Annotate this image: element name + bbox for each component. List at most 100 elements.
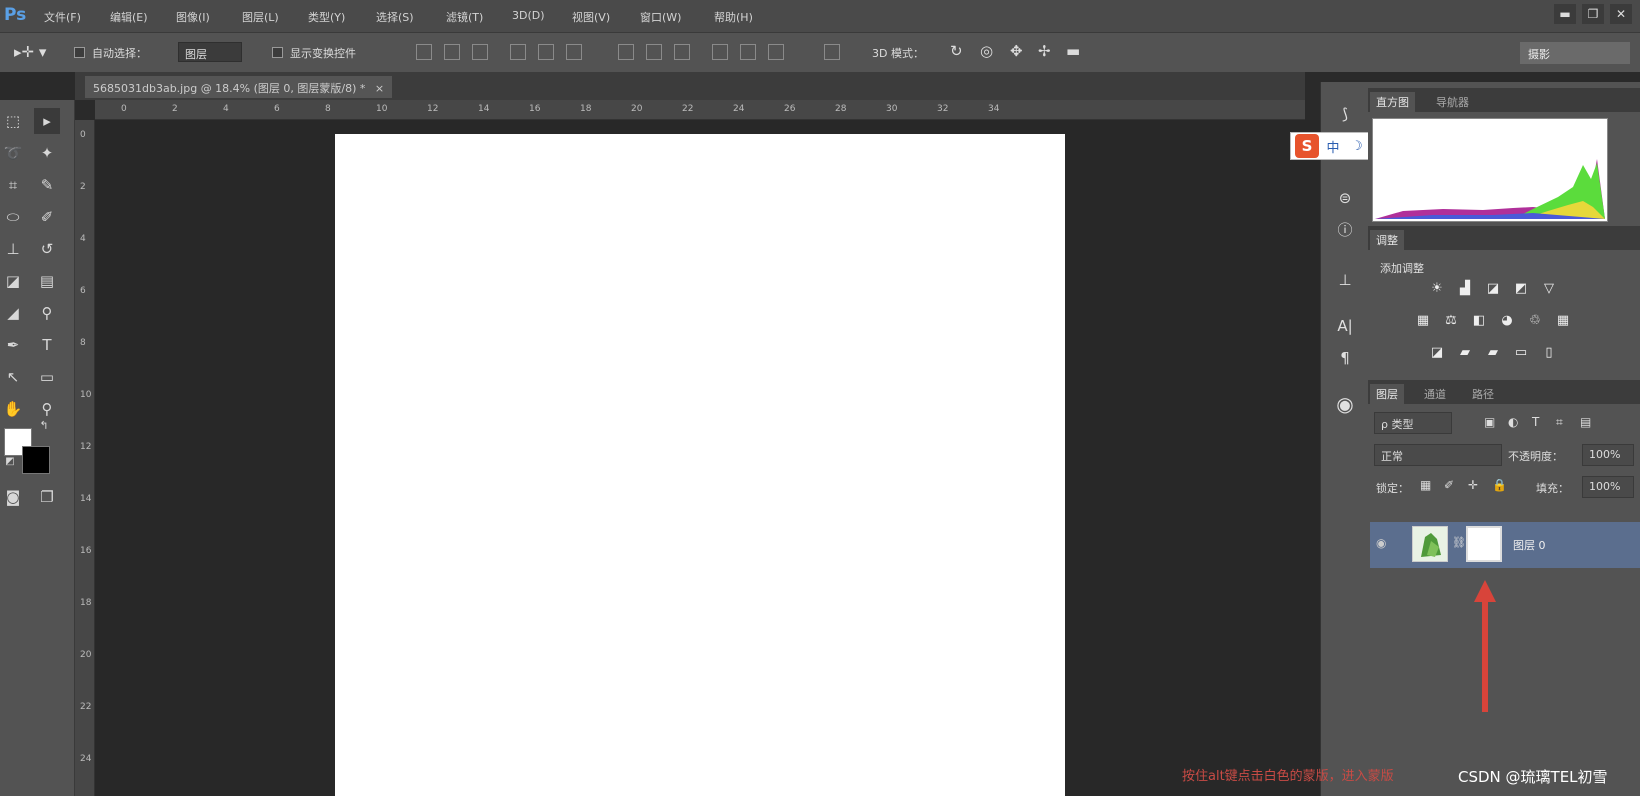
move-tool-icon[interactable]: ▸✛ ▾ — [14, 43, 46, 61]
mask-link-icon[interactable]: ⛓ — [1452, 536, 1466, 549]
menu-select[interactable]: 选择(S) — [376, 9, 414, 25]
actions-panel-icon[interactable]: ⊜ — [1333, 186, 1357, 210]
document-canvas[interactable] — [335, 134, 1065, 796]
ime-logo-icon[interactable]: S — [1295, 134, 1319, 158]
threshold-icon[interactable]: ▰ — [1484, 344, 1502, 362]
healing-icon[interactable]: ⬭ — [0, 204, 26, 230]
distribute-right-icon[interactable] — [768, 44, 784, 60]
invert-icon[interactable]: ◪ — [1428, 344, 1446, 362]
vibrance-icon[interactable]: ▽ — [1540, 280, 1558, 298]
menu-filter[interactable]: 滤镜(T) — [446, 9, 483, 25]
ime-halfwidth-icon[interactable]: ☽ — [1347, 139, 1367, 154]
distribute-bottom-icon[interactable] — [674, 44, 690, 60]
curves-icon[interactable]: ◪ — [1484, 280, 1502, 298]
shape-icon[interactable]: ▭ — [34, 364, 60, 390]
align-top-icon[interactable] — [416, 44, 432, 60]
menu-type[interactable]: 类型(Y) — [308, 9, 345, 25]
exposure-icon[interactable]: ◩ — [1512, 280, 1530, 298]
align-left-icon[interactable] — [510, 44, 526, 60]
3d-roll-icon[interactable]: ◎ — [980, 42, 993, 60]
path-select-icon[interactable]: ↖ — [0, 364, 26, 390]
type-icon[interactable]: T — [34, 332, 60, 358]
tab-layers[interactable]: 图层 — [1370, 384, 1404, 404]
levels-icon[interactable]: ▟ — [1456, 280, 1474, 298]
tab-histogram[interactable]: 直方图 — [1370, 92, 1415, 112]
workspace-dropdown[interactable]: 摄影 — [1520, 42, 1630, 64]
layer-filter-dropdown[interactable]: ρ 类型 — [1374, 412, 1452, 434]
hue-saturation-icon[interactable]: ▦ — [1414, 312, 1432, 330]
visibility-eye-icon[interactable]: ◉ — [1376, 536, 1386, 550]
filter-adjustment-icon[interactable]: ◐ — [1508, 415, 1518, 429]
filter-pixel-icon[interactable]: ▣ — [1484, 415, 1495, 429]
layer-thumbnail[interactable] — [1412, 526, 1448, 562]
info-panel-icon[interactable]: ⓘ — [1333, 218, 1357, 242]
character-panel-icon[interactable]: A| — [1333, 314, 1357, 338]
crop-icon[interactable]: ⌗ — [0, 172, 26, 198]
move-icon[interactable]: ▸ — [34, 108, 60, 134]
screen-mode-icon[interactable]: ❐ — [34, 484, 60, 510]
blur-icon[interactable]: ◢ — [0, 300, 26, 326]
posterize-icon[interactable]: ▰ — [1456, 344, 1474, 362]
brush-presets-icon[interactable]: ⊥ — [1333, 268, 1357, 292]
tab-channels[interactable]: 通道 — [1418, 384, 1452, 404]
distribute-hcenter-icon[interactable] — [740, 44, 756, 60]
align-hcenter-icon[interactable] — [538, 44, 554, 60]
distribute-left-icon[interactable] — [712, 44, 728, 60]
paragraph-panel-icon[interactable]: ¶ — [1333, 346, 1357, 370]
menu-view[interactable]: 视图(V) — [572, 9, 610, 25]
lasso-icon[interactable]: ➰ — [0, 140, 26, 166]
lock-all-icon[interactable]: 🔒 — [1492, 478, 1507, 492]
restore-icon[interactable]: ❐ — [1582, 4, 1604, 24]
color-wheel-icon[interactable]: ◉ — [1333, 392, 1357, 416]
menu-3d[interactable]: 3D(D) — [512, 9, 545, 22]
color-lookup-icon[interactable]: ▦ — [1554, 312, 1572, 330]
3d-slide-icon[interactable]: ✢ — [1038, 42, 1051, 60]
menu-window[interactable]: 窗口(W) — [640, 9, 681, 25]
distribute-top-icon[interactable] — [618, 44, 634, 60]
layer-row[interactable]: ◉ ⛓ 图层 0 — [1370, 522, 1640, 568]
photo-filter-icon[interactable]: ◕ — [1498, 312, 1516, 330]
pen-icon[interactable]: ✒ — [0, 332, 26, 358]
auto-align-icon[interactable] — [824, 44, 840, 60]
close-icon[interactable]: ✕ — [1610, 4, 1632, 24]
auto-select-checkbox[interactable] — [74, 47, 85, 58]
hand-icon[interactable]: ✋ — [0, 396, 26, 422]
menu-help[interactable]: 帮助(H) — [714, 9, 753, 25]
history-brush-icon[interactable]: ↺ — [34, 236, 60, 262]
eyedropper-icon[interactable]: ✎ — [34, 172, 60, 198]
auto-select-dropdown[interactable]: 图层 — [178, 42, 242, 62]
history-panel-icon[interactable]: ⟆ — [1333, 102, 1357, 126]
document-tab[interactable]: 5685031db3ab.jpg @ 18.4% (图层 0, 图层蒙版/8) … — [85, 76, 393, 98]
tab-adjustments[interactable]: 调整 — [1370, 230, 1404, 250]
close-tab-icon[interactable]: × — [375, 82, 384, 95]
black-white-icon[interactable]: ◧ — [1470, 312, 1488, 330]
gradient-icon[interactable]: ▤ — [34, 268, 60, 294]
selective-color-icon[interactable]: ▯ — [1540, 344, 1558, 362]
3d-pan-icon[interactable]: ✥ — [1010, 42, 1023, 60]
swap-colors-icon[interactable]: ↰ — [36, 418, 52, 434]
marquee-icon[interactable]: ⬚ — [0, 108, 26, 134]
fill-field[interactable]: 100% — [1582, 476, 1634, 498]
ime-chinese-mode-icon[interactable]: 中 — [1323, 137, 1343, 156]
lock-transparency-icon[interactable]: ▦ — [1420, 478, 1431, 492]
default-colors-icon[interactable]: ◩ — [2, 454, 18, 470]
align-vcenter-icon[interactable] — [444, 44, 460, 60]
filter-type-icon[interactable]: T — [1532, 415, 1539, 429]
lock-image-icon[interactable]: ✐ — [1444, 478, 1454, 492]
menu-image[interactable]: 图像(I) — [176, 9, 210, 25]
tab-paths[interactable]: 路径 — [1466, 384, 1500, 404]
lock-position-icon[interactable]: ✛ — [1468, 478, 1478, 492]
show-transform-checkbox[interactable] — [272, 47, 283, 58]
brightness-icon[interactable]: ☀ — [1428, 280, 1446, 298]
magic-wand-icon[interactable]: ✦ — [34, 140, 60, 166]
menu-layer[interactable]: 图层(L) — [242, 9, 279, 25]
filter-shape-icon[interactable]: ⌗ — [1556, 415, 1563, 430]
blend-mode-dropdown[interactable]: 正常 — [1374, 444, 1502, 466]
align-right-icon[interactable] — [566, 44, 582, 60]
background-color-swatch[interactable] — [22, 446, 50, 474]
align-bottom-icon[interactable] — [472, 44, 488, 60]
brush-icon[interactable]: ✐ — [34, 204, 60, 230]
gradient-map-icon[interactable]: ▭ — [1512, 344, 1530, 362]
distribute-vcenter-icon[interactable] — [646, 44, 662, 60]
opacity-field[interactable]: 100% — [1582, 444, 1634, 466]
